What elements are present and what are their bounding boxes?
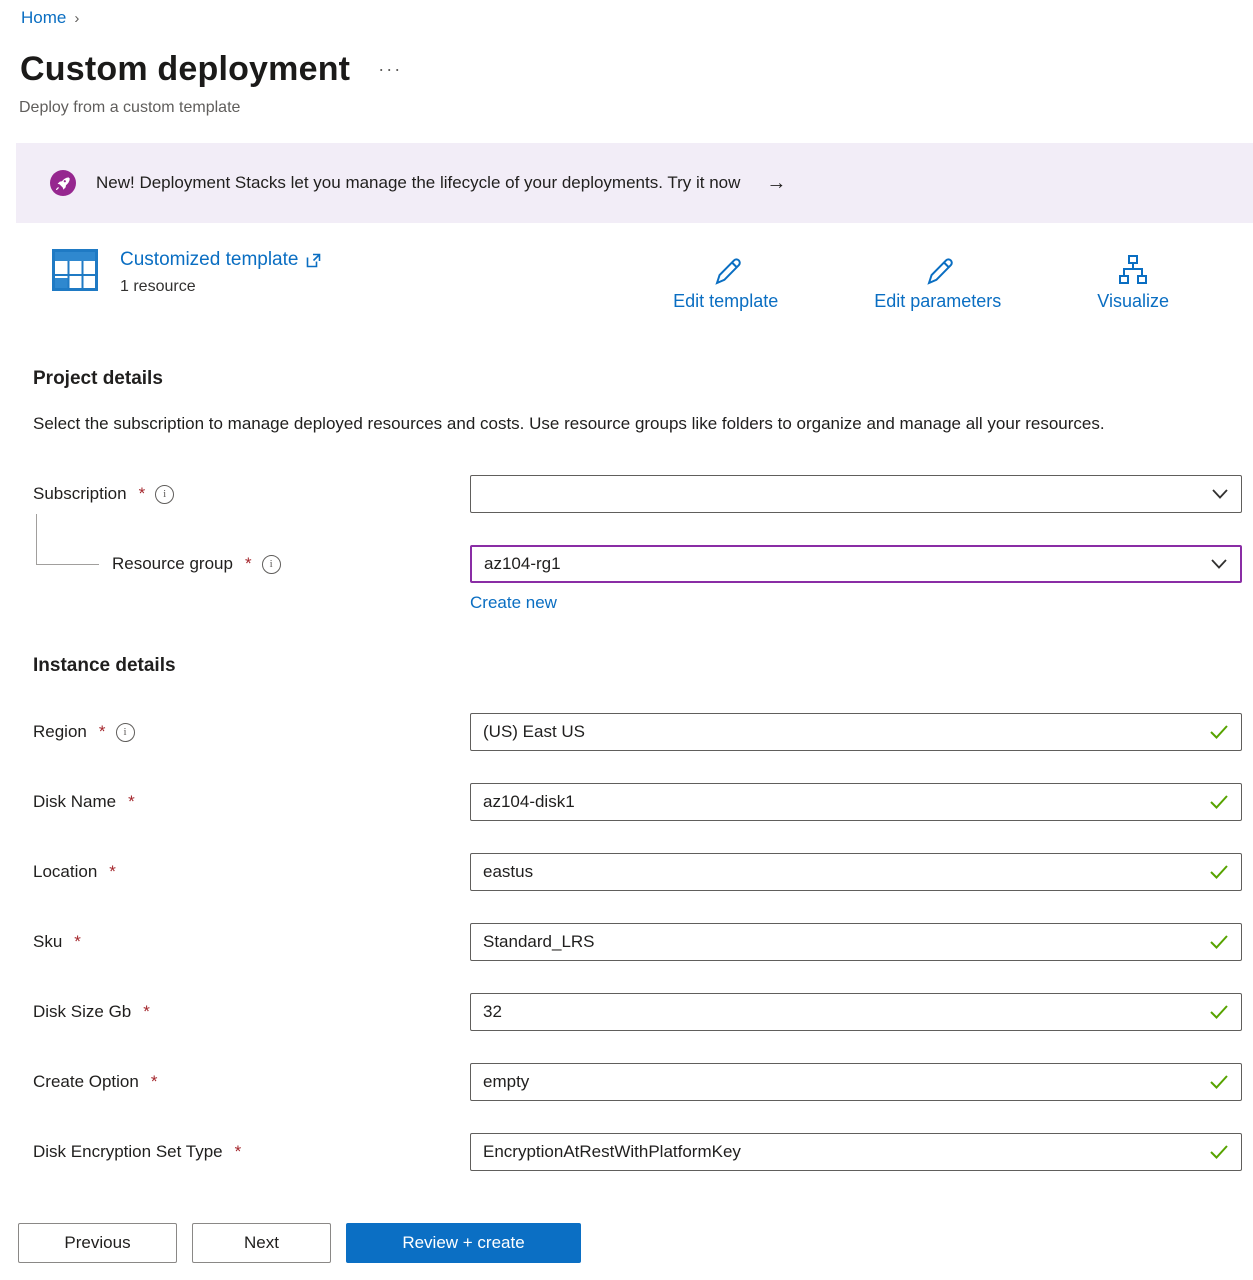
pencil-icon (921, 253, 955, 287)
disk-size-input[interactable]: 32 (470, 993, 1242, 1031)
region-row: Region * i (US) East US (33, 713, 1253, 751)
info-icon[interactable]: i (116, 723, 135, 742)
resource-count: 1 resource (120, 278, 321, 296)
edit-parameters-button[interactable]: Edit parameters (874, 253, 1001, 312)
valid-check-icon (1209, 1074, 1229, 1090)
location-label: Location (33, 862, 97, 882)
disk-name-label: Disk Name (33, 792, 116, 812)
region-input[interactable]: (US) East US (470, 713, 1242, 751)
required-marker: * (139, 484, 146, 504)
instance-details-heading: Instance details (33, 655, 1253, 677)
edit-parameters-label: Edit parameters (874, 291, 1001, 312)
disk-encryption-set-type-row: Disk Encryption Set Type * EncryptionAtR… (33, 1133, 1253, 1171)
customized-template-link[interactable]: Customized template (120, 249, 298, 271)
create-option-value: empty (483, 1072, 1201, 1092)
deployment-stacks-banner[interactable]: New! Deployment Stacks let you manage th… (16, 143, 1253, 223)
disk-encryption-set-type-value: EncryptionAtRestWithPlatformKey (483, 1142, 1201, 1162)
sku-input[interactable]: Standard_LRS (470, 923, 1242, 961)
breadcrumb: Home › (0, 8, 1253, 28)
required-marker: * (128, 792, 135, 812)
location-row: Location * eastus (33, 853, 1253, 891)
pencil-icon (709, 253, 743, 287)
edit-template-label: Edit template (673, 291, 778, 312)
breadcrumb-home-link[interactable]: Home (21, 8, 66, 28)
sku-value: Standard_LRS (483, 932, 1201, 952)
required-marker: * (74, 932, 81, 952)
create-option-row: Create Option * empty (33, 1063, 1253, 1101)
region-label: Region (33, 722, 87, 742)
region-value: (US) East US (483, 722, 1201, 742)
info-icon[interactable]: i (155, 485, 174, 504)
visualize-button[interactable]: Visualize (1097, 253, 1169, 312)
disk-size-value: 32 (483, 1002, 1201, 1022)
create-option-label: Create Option (33, 1072, 139, 1092)
valid-check-icon (1209, 934, 1229, 950)
project-details-description: Select the subscription to manage deploy… (33, 408, 1178, 439)
previous-button[interactable]: Previous (18, 1223, 177, 1263)
external-link-icon (306, 253, 321, 268)
template-icon (52, 249, 98, 291)
valid-check-icon (1209, 724, 1229, 740)
disk-name-value: az104-disk1 (483, 792, 1201, 812)
disk-name-input[interactable]: az104-disk1 (470, 783, 1242, 821)
more-options-icon[interactable]: ··· (378, 59, 402, 80)
sku-label: Sku (33, 932, 62, 952)
chevron-down-icon (1210, 558, 1228, 570)
required-marker: * (143, 1002, 150, 1022)
resource-group-dropdown[interactable]: az104-rg1 (470, 545, 1242, 583)
rocket-icon (50, 170, 76, 196)
breadcrumb-separator-icon: › (74, 10, 79, 27)
edit-template-button[interactable]: Edit template (673, 253, 778, 312)
visualize-label: Visualize (1097, 291, 1169, 312)
info-icon[interactable]: i (262, 555, 281, 574)
disk-size-row: Disk Size Gb * 32 (33, 993, 1253, 1031)
required-marker: * (109, 862, 116, 882)
footer-bar: Previous Next Review + create (0, 1206, 1253, 1280)
required-marker: * (245, 554, 252, 574)
arrow-right-icon[interactable]: → (766, 172, 786, 195)
page-subtitle: Deploy from a custom template (0, 99, 1253, 117)
create-option-input[interactable]: empty (470, 1063, 1242, 1101)
location-value: eastus (483, 862, 1201, 882)
custom-deployment-page: Home › Custom deployment ··· Deploy from… (0, 0, 1253, 1171)
create-new-link[interactable]: Create new (470, 593, 557, 613)
valid-check-icon (1209, 794, 1229, 810)
org-chart-icon (1116, 253, 1150, 287)
valid-check-icon (1209, 864, 1229, 880)
review-create-button[interactable]: Review + create (346, 1223, 581, 1263)
resource-group-label: Resource group (112, 554, 233, 574)
next-button[interactable]: Next (192, 1223, 331, 1263)
resource-group-row: Resource group * i az104-rg1 (33, 545, 1253, 583)
valid-check-icon (1209, 1144, 1229, 1160)
required-marker: * (99, 722, 106, 742)
subscription-dropdown[interactable] (470, 475, 1242, 513)
project-details-heading: Project details (33, 368, 1253, 390)
required-marker: * (151, 1072, 158, 1092)
disk-encryption-set-type-input[interactable]: EncryptionAtRestWithPlatformKey (470, 1133, 1242, 1171)
disk-name-row: Disk Name * az104-disk1 (33, 783, 1253, 821)
location-input[interactable]: eastus (470, 853, 1242, 891)
valid-check-icon (1209, 1004, 1229, 1020)
sku-row: Sku * Standard_LRS (33, 923, 1253, 961)
resource-group-value: az104-rg1 (484, 554, 1202, 574)
subscription-label: Subscription (33, 484, 127, 504)
disk-size-label: Disk Size Gb (33, 1002, 131, 1022)
chevron-down-icon (1211, 488, 1229, 500)
required-marker: * (235, 1142, 242, 1162)
disk-encryption-set-type-label: Disk Encryption Set Type (33, 1142, 223, 1162)
page-title: Custom deployment (20, 50, 350, 89)
subscription-row: Subscription * i (33, 475, 1253, 513)
tree-connector-line (36, 514, 99, 565)
banner-text: New! Deployment Stacks let you manage th… (96, 173, 740, 193)
